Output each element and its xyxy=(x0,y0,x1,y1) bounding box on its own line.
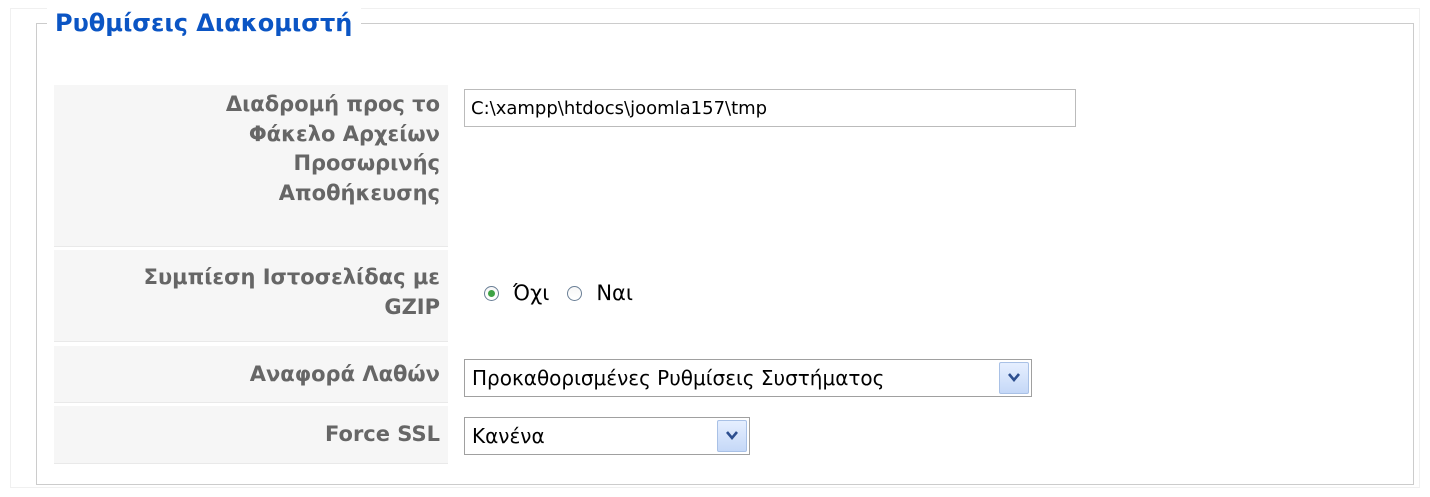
gzip-row: Συμπίεση Ιστοσελίδας με GZIP Όχι Ναι xyxy=(54,250,1430,342)
chevron-down-icon[interactable] xyxy=(717,420,747,452)
gzip-option-yes-radio-icon[interactable] xyxy=(567,285,583,301)
chevron-down-icon[interactable] xyxy=(999,362,1029,394)
gzip-label: Συμπίεση Ιστοσελίδας με GZIP xyxy=(54,250,448,342)
force-ssl-select[interactable]: Κανένα xyxy=(464,417,750,455)
gzip-option-yes-label[interactable]: Ναι xyxy=(596,281,633,305)
fieldset-legend: Ρυθμίσεις Διακομιστή xyxy=(47,8,362,38)
temp-folder-label: Διαδρομή προς το Φάκελο Αρχείων Προσωριν… xyxy=(54,85,448,247)
error-reporting-selected-value: Προκαθορισμένες Ρυθμίσεις Συστήματος xyxy=(472,366,885,390)
error-reporting-label: Αναφορά Λαθών xyxy=(54,346,448,403)
temp-folder-input[interactable] xyxy=(464,89,1076,127)
gzip-option-no-label[interactable]: Όχι xyxy=(513,281,549,305)
error-reporting-row: Αναφορά Λαθών Προκαθορισμένες Ρυθμίσεις … xyxy=(54,346,1430,403)
force-ssl-label: Force SSL xyxy=(54,406,448,464)
temp-folder-row: Διαδρομή προς το Φάκελο Αρχείων Προσωριν… xyxy=(54,85,1430,247)
gzip-option-no-radio-icon[interactable] xyxy=(484,285,499,301)
error-reporting-select[interactable]: Προκαθορισμένες Ρυθμίσεις Συστήματος xyxy=(464,359,1032,397)
gzip-radio-group: Όχι Ναι xyxy=(484,281,633,305)
force-ssl-selected-value: Κανένα xyxy=(472,424,545,448)
force-ssl-row: Force SSL Κανένα xyxy=(54,406,1430,464)
